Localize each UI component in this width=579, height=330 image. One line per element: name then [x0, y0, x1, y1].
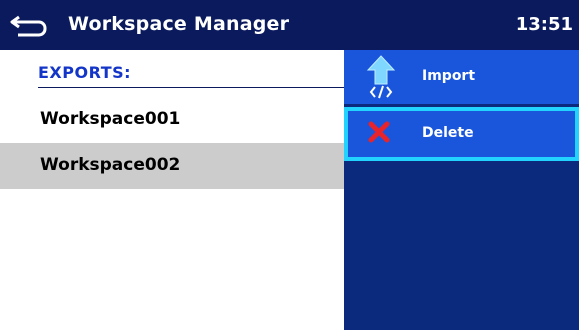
options-panel: Import Delete — [344, 50, 579, 330]
list-item-label: Workspace002 — [40, 155, 181, 175]
section-label: EXPORTS: — [38, 63, 132, 82]
import-icon — [366, 55, 396, 99]
clock: 13:51 — [515, 14, 573, 35]
delete-label: Delete — [422, 125, 474, 141]
workspace-list: EXPORTS: Workspace001 Workspace002 — [0, 50, 344, 330]
list-item-workspace001[interactable]: Workspace001 — [0, 97, 344, 143]
list-item-workspace002[interactable]: Workspace002 — [0, 143, 344, 189]
back-arrow-icon[interactable] — [10, 13, 48, 39]
page-title: Workspace Manager — [68, 13, 290, 35]
section-header: EXPORTS: — [38, 63, 344, 88]
list-item-label: Workspace001 — [40, 109, 181, 129]
delete-x-icon — [368, 121, 390, 143]
title-bar: Workspace Manager 13:51 — [0, 0, 579, 50]
delete-button[interactable]: Delete — [344, 107, 579, 161]
import-button[interactable]: Import — [344, 50, 579, 104]
import-label: Import — [422, 68, 476, 84]
